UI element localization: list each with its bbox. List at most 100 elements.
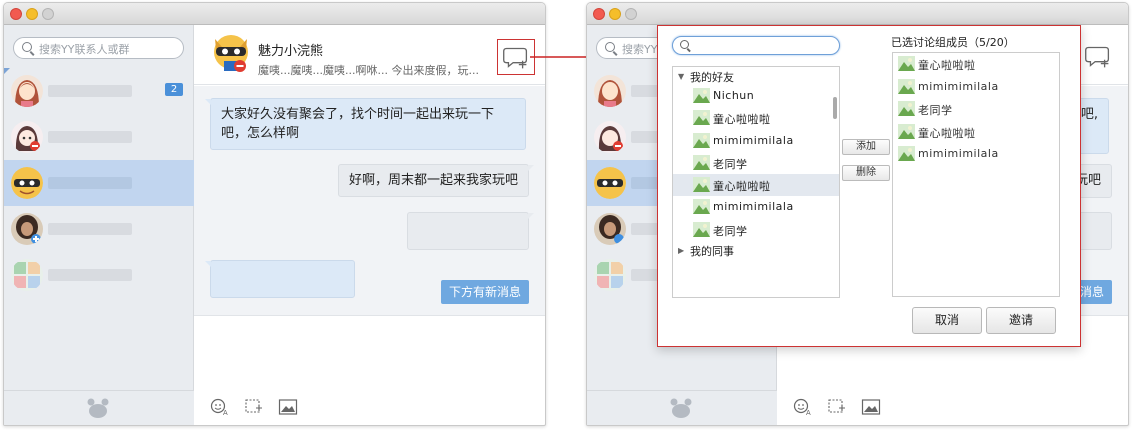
- friend-name: 老同学: [713, 157, 748, 171]
- selected-member[interactable]: mimimimilala: [893, 143, 1059, 166]
- close-window-button[interactable]: [10, 8, 22, 20]
- landscape-avatar-icon: [693, 88, 710, 103]
- emoji-font-icon[interactable]: A: [210, 398, 230, 416]
- screenshot-icon[interactable]: [244, 398, 264, 416]
- contact-item-selected[interactable]: [4, 160, 194, 206]
- screenshot-icon[interactable]: [827, 398, 847, 416]
- chat-panel: 魅力小浣熊 魔咦...魔咦...魔咦...啊咻... 今出来度假，玩... 大家…: [194, 25, 545, 425]
- unread-marker: [4, 68, 10, 74]
- sidebar-footer: [587, 390, 777, 425]
- friend-item[interactable]: 老同学: [673, 152, 839, 174]
- message-bubble-right-empty: [407, 212, 534, 250]
- avatar-anime-girl-icon: [594, 121, 626, 153]
- minimize-window-button[interactable]: [609, 8, 621, 20]
- member-name: mimimimilala: [918, 79, 999, 93]
- message-bubble-left: 大家好久没有聚会了，找个时间一起出来玩一下吧，怎么样啊: [205, 98, 526, 150]
- landscape-avatar-icon: [693, 221, 710, 237]
- landscape-avatar-icon: [898, 56, 915, 71]
- cancel-button[interactable]: 取消: [912, 307, 982, 334]
- title-bar: [4, 3, 545, 25]
- avatar-anime-girl-icon: [11, 121, 43, 153]
- tree-scrollbar[interactable]: [833, 97, 837, 119]
- search-icon: [22, 42, 32, 52]
- landscape-avatar-icon: [693, 132, 710, 148]
- member-name: 童心啦啦啦: [918, 126, 976, 140]
- group-label: 我的好友: [690, 71, 734, 84]
- avatar-girl-icon: [594, 75, 626, 107]
- friend-search-input[interactable]: [672, 36, 840, 55]
- contact-item[interactable]: 2: [4, 68, 194, 114]
- selected-member[interactable]: 老同学: [893, 98, 1059, 121]
- avatar-map-icon: [11, 259, 43, 291]
- group-label: 我的同事: [690, 245, 734, 259]
- message-area: 大家好久没有聚会了，找个时间一起出来玩一下吧，怎么样啊 好啊，周末都一起来我家玩…: [194, 86, 545, 316]
- selected-members-header: 已选讨论组成员（5/20）: [891, 36, 1015, 49]
- landscape-avatar-icon: [898, 123, 915, 139]
- contact-name-placeholder: [48, 85, 132, 97]
- contact-search-input[interactable]: 搜索YY联系人或群: [13, 37, 184, 59]
- contact-name-placeholder: [48, 177, 132, 189]
- image-icon[interactable]: [861, 398, 881, 416]
- contact-list: 2: [4, 68, 194, 298]
- input-toolbar: A: [194, 390, 545, 425]
- friend-item[interactable]: Nichun: [673, 85, 839, 107]
- add-chat-icon: [503, 47, 528, 69]
- landscape-avatar-icon: [898, 146, 915, 162]
- member-name: 老同学: [918, 104, 953, 118]
- friend-tree: ▼ 我的好友 Nichun 童心啦啦啦 mimimimilala 老同学 童心啦…: [672, 66, 840, 298]
- avatar-raccoon-icon: [594, 167, 626, 199]
- friend-name: Nichun: [713, 89, 755, 102]
- friend-item[interactable]: mimimimilala: [673, 196, 839, 218]
- selected-member[interactable]: mimimimilala: [893, 76, 1059, 99]
- selected-member[interactable]: 童心啦啦啦: [893, 53, 1059, 76]
- caret-right-icon: ▶: [678, 246, 685, 256]
- contact-item[interactable]: [4, 114, 194, 160]
- image-icon[interactable]: [278, 398, 298, 416]
- unread-badge: 2: [165, 83, 183, 96]
- add-chat-icon: [1085, 46, 1110, 68]
- friend-name: mimimimilala: [713, 133, 794, 147]
- invite-button[interactable]: 邀请: [986, 307, 1056, 334]
- search-placeholder: 搜索YY联系人或群: [39, 43, 130, 56]
- member-name: mimimimilala: [918, 147, 999, 161]
- group-my-friends[interactable]: ▼ 我的好友: [673, 67, 839, 85]
- zoom-window-button[interactable]: [42, 8, 54, 20]
- message-bubble-right: 好啊，周末都一起来我家玩吧: [337, 164, 534, 197]
- avatar-raccoon-icon: [11, 167, 43, 199]
- yy-logo-icon[interactable]: [86, 397, 110, 419]
- avatar-photo-icon: [594, 213, 626, 245]
- friend-item-highlighted[interactable]: 童心啦啦啦: [673, 174, 839, 197]
- caret-down-icon: ▼: [678, 72, 685, 81]
- group-my-colleagues[interactable]: ▶ 我的同事: [673, 241, 839, 259]
- friend-item[interactable]: mimimimilala: [673, 130, 839, 152]
- create-discussion-button[interactable]: [1080, 39, 1118, 75]
- new-message-button[interactable]: 下方有新消息: [440, 280, 529, 304]
- raccoon-avatar-icon: [214, 35, 248, 72]
- friend-name: 童心啦啦啦: [713, 113, 771, 127]
- minimize-window-button[interactable]: [26, 8, 38, 20]
- svg-text:A: A: [806, 410, 811, 416]
- add-member-button[interactable]: 添加: [842, 139, 890, 155]
- contact-sidebar: 搜索YY联系人或群 2: [4, 25, 194, 425]
- emoji-font-icon[interactable]: A: [793, 398, 813, 416]
- contact-name-placeholder: [48, 131, 132, 143]
- contact-name-placeholder: [48, 269, 132, 281]
- contact-item[interactable]: [4, 252, 194, 298]
- search-placeholder: 搜索YY: [622, 43, 658, 56]
- search-icon: [680, 40, 689, 49]
- zoom-window-button[interactable]: [625, 8, 637, 20]
- friend-item[interactable]: 老同学: [673, 219, 839, 241]
- yy-logo-icon[interactable]: [669, 397, 693, 419]
- landscape-avatar-icon: [898, 78, 915, 94]
- friend-item[interactable]: 童心啦啦啦: [673, 107, 839, 129]
- chat-header: 魅力小浣熊 魔咦...魔咦...魔咦...啊咻... 今出来度假，玩...: [194, 25, 545, 85]
- contact-name-placeholder: [48, 223, 132, 235]
- message-text: 大家好久没有聚会了，找个时间一起出来玩一下吧，怎么样啊: [221, 107, 495, 141]
- message-bubble-left-empty: [205, 260, 355, 298]
- landscape-avatar-icon: [693, 154, 710, 170]
- selected-member[interactable]: 童心啦啦啦: [893, 121, 1059, 144]
- member-name: 童心啦啦啦: [918, 59, 976, 72]
- contact-item[interactable]: [4, 206, 194, 252]
- close-window-button[interactable]: [593, 8, 605, 20]
- remove-member-button[interactable]: 删除: [842, 165, 890, 181]
